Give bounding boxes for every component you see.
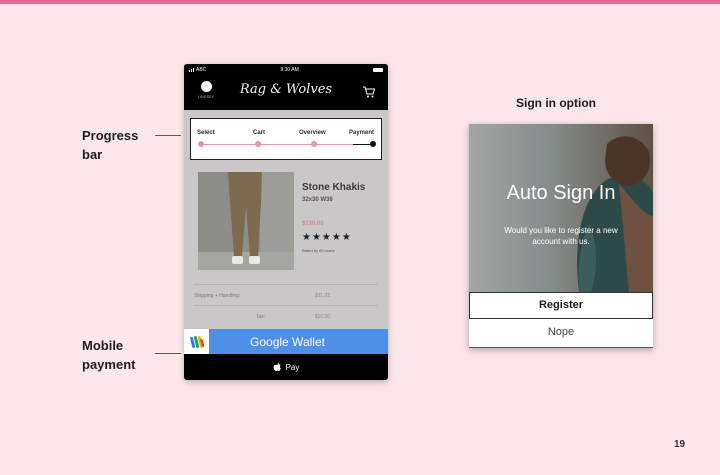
top-accent-stripe [0, 0, 720, 4]
callout-line-1: Progress [82, 128, 139, 143]
page-number: 19 [674, 439, 686, 450]
callout-line-2: payment [82, 357, 136, 372]
step-payment-dot[interactable] [370, 141, 376, 147]
callout-line-2: bar [82, 147, 103, 162]
tax-value: $10.30 [314, 314, 330, 320]
google-wallet-label: Google Wallet [250, 334, 325, 349]
divider [194, 305, 378, 306]
carrier-label: ABC [196, 67, 207, 73]
app-header: LINDSEY Rag & Wolves [184, 76, 388, 110]
progress-bar-callout: Progress bar [82, 126, 138, 164]
step-select-label: Select [197, 130, 215, 136]
apple-pay-label: Pay [285, 362, 300, 372]
mobile-payment-connector [155, 353, 181, 354]
account-label: LINDSEY [197, 95, 215, 99]
step-overview-dot[interactable] [311, 141, 317, 147]
step-select-dot[interactable] [198, 141, 204, 147]
review-count: Rated by 60 users [302, 248, 335, 253]
product-price: $130.00 [302, 221, 324, 227]
step-cart-dot[interactable] [255, 141, 261, 147]
signin-section-title: Sign in option [516, 96, 596, 110]
signin-heading: Auto Sign In [506, 182, 616, 204]
step-overview-label: Overview [299, 130, 326, 136]
callout-line-1: Mobile [82, 338, 124, 353]
register-button[interactable]: Register [469, 292, 653, 319]
apple-pay-button[interactable]: Pay [184, 354, 388, 380]
status-bar: ABC 9:30 AM [184, 64, 388, 76]
carrier-signal: ABC [189, 67, 206, 73]
signin-card: Auto Sign In Would you like to register … [469, 124, 653, 348]
progress-bar-connector [155, 135, 181, 136]
product-size: 32x30 W36 [302, 197, 333, 203]
mobile-payment-callout: Mobile payment [82, 336, 135, 374]
step-payment-label: Payment [349, 130, 375, 136]
brand-logo: Rag & Wolves [239, 82, 333, 97]
progress-track-done [201, 144, 353, 145]
product-name: Stone Khakis [302, 182, 366, 193]
google-wallet-icon [184, 329, 209, 354]
progress-bar: Select Cart Overview Payment [190, 118, 382, 160]
battery-icon [372, 68, 383, 72]
product-image [198, 172, 294, 270]
signin-message: Would you like to register a new account… [504, 226, 618, 246]
cart-icon[interactable] [362, 85, 376, 99]
apple-icon [273, 362, 281, 371]
tax-label: Tax: [256, 314, 266, 320]
phone-mockup: ABC 9:30 AM LINDSEY Rag & Wolves Select … [184, 64, 388, 380]
step-cart-label: Cart [253, 130, 266, 136]
avatar [200, 81, 212, 92]
google-wallet-button[interactable]: Google Wallet [184, 329, 388, 354]
divider [194, 284, 378, 285]
account-button[interactable]: LINDSEY [196, 81, 216, 99]
signal-icon [189, 68, 194, 72]
signin-background-photo [469, 124, 653, 292]
rating-stars: ★★★★★ [302, 232, 352, 243]
shipping-value: $11.22 [315, 293, 330, 299]
shipping-label: Shipping + Handling: [194, 293, 241, 299]
nope-button[interactable]: Nope [469, 319, 653, 348]
clock: 9:30 AM [280, 67, 299, 73]
